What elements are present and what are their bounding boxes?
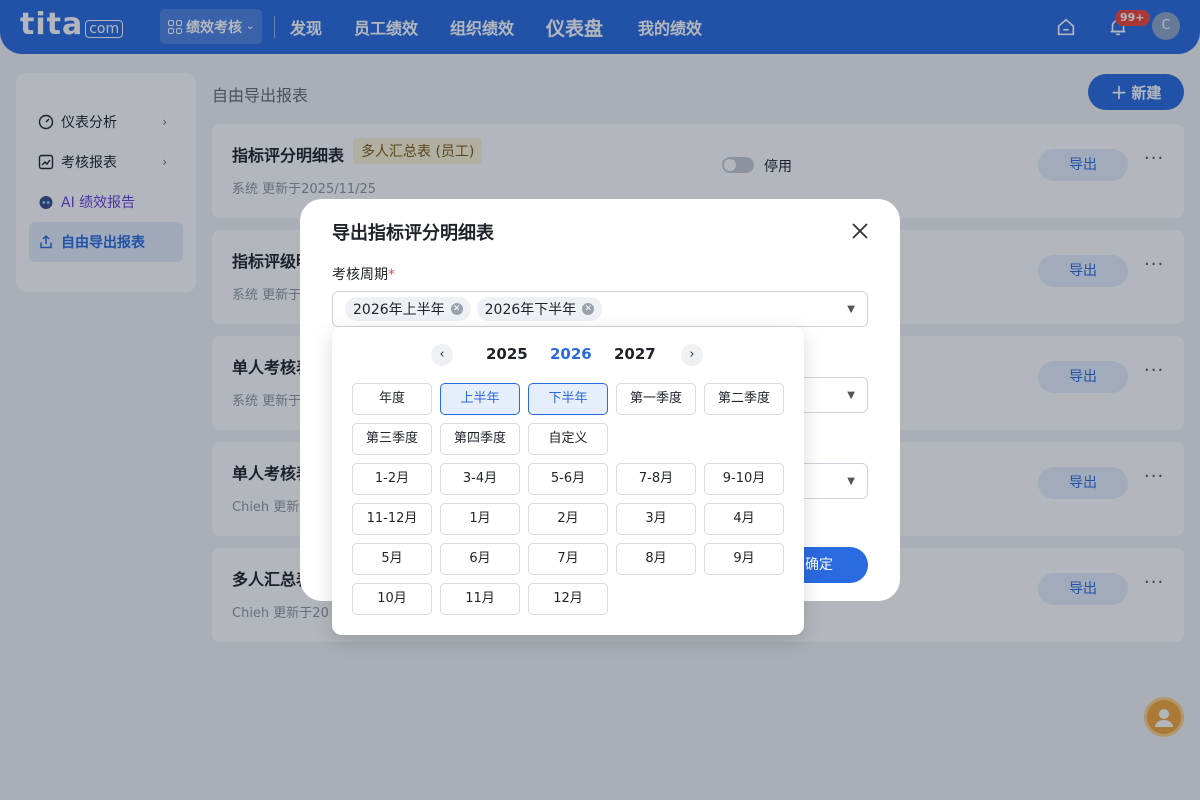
period-option[interactable]: 6月 [440,543,520,575]
caret-down-icon: ▼ [847,476,855,487]
caret-down-icon: ▼ [847,304,855,315]
caret-down-icon: ▼ [847,390,855,401]
period-picker-dropdown: ‹ 2025 2026 2027 › 年度 上半年 下半年 第一季度 第二季度第三季度第… [332,327,804,635]
close-icon[interactable] [850,221,870,241]
period-option[interactable]: 1-2月 [352,463,432,495]
period-option[interactable]: 第二季度 [704,383,784,415]
chevron-left-icon[interactable]: ‹ [431,344,453,366]
period-field-label: 考核周期* [332,264,395,284]
chip-label: 2026年下半年 [484,302,577,318]
chip-remove-icon[interactable]: ✕ [582,303,595,315]
selected-period-chip: 2026年下半年 ✕ [476,297,603,321]
required-mark: * [388,267,395,283]
period-option[interactable]: 7-8月 [616,463,696,495]
period-option[interactable]: 10月 [352,583,432,615]
period-option[interactable]: 5月 [352,543,432,575]
period-option[interactable]: 下半年 [528,383,608,415]
dialog-title: 导出指标评分明细表 [332,223,494,244]
period-option[interactable]: 第三季度 [352,423,432,455]
period-option[interactable]: 11-12月 [352,503,432,535]
period-option[interactable]: 年度 [352,383,432,415]
period-option[interactable]: 8月 [616,543,696,575]
period-multiselect[interactable]: 2026年上半年 ✕ 2026年下半年 ✕ ▼ [332,291,868,327]
period-option[interactable]: 9月 [704,543,784,575]
selected-period-chip: 2026年上半年 ✕ [345,297,471,321]
period-option[interactable]: 5-6月 [528,463,608,495]
chip-label: 2026年上半年 [353,302,445,318]
period-option[interactable]: 2月 [528,503,608,535]
chip-remove-icon[interactable]: ✕ [450,303,463,315]
period-option[interactable]: 11月 [440,583,520,615]
period-label-text: 考核周期 [332,267,388,283]
year-option[interactable]: 2027 [614,345,656,363]
period-option[interactable]: 4月 [704,503,784,535]
period-option[interactable]: 3月 [616,503,696,535]
year-option[interactable]: 2025 [486,345,528,363]
chevron-right-icon[interactable]: › [681,344,703,366]
period-option[interactable]: 第一季度 [616,383,696,415]
period-option[interactable]: 7月 [528,543,608,575]
period-option[interactable]: 3-4月 [440,463,520,495]
period-option[interactable]: 第四季度 [440,423,520,455]
period-option[interactable]: 自定义 [528,423,608,455]
year-option-selected[interactable]: 2026 [550,345,592,363]
period-option[interactable]: 12月 [528,583,608,615]
period-option[interactable]: 1月 [440,503,520,535]
period-option[interactable]: 上半年 [440,383,520,415]
period-option[interactable]: 9-10月 [704,463,784,495]
